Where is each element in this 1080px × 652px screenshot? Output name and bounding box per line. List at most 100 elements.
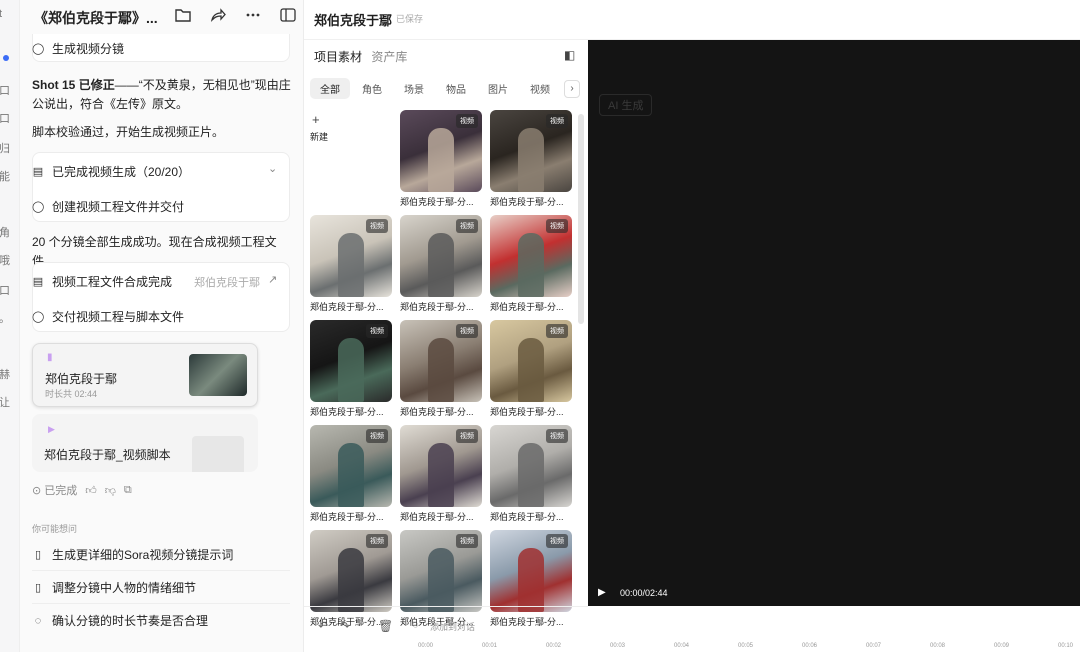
figure-silhouette — [338, 233, 364, 297]
video-badge: 视频 — [366, 429, 388, 443]
doc-icon: ▯ — [34, 549, 42, 561]
check-message: 脚本校验通过，开始生成视频正片。 — [32, 125, 225, 139]
shot-fix-message: Shot 15 已修正——“不及黄泉，无相见也”现由庄公说出，符合《左传》原文。 — [32, 76, 294, 114]
rail-glyph[interactable]: 归 — [0, 140, 10, 156]
rail-glyph[interactable]: 赫 — [0, 366, 10, 382]
add-to-chat-button[interactable]: 添加到对话 — [430, 620, 475, 633]
project-title[interactable]: 郑伯克段于鄢 — [314, 10, 392, 29]
timeline-tick: 00:03 — [610, 643, 626, 649]
figure-silhouette — [428, 548, 454, 612]
asset-thumbnail: 视频 — [490, 110, 572, 192]
asset-card[interactable]: 视频 郑伯克段于鄢-分... — [310, 425, 392, 523]
new-asset-button[interactable]: + 新建 — [310, 112, 350, 146]
file-card-script[interactable]: ▶ 郑伯克段于鄢_视频脚本 — [32, 414, 258, 472]
project-link[interactable]: 郑伯克段于鄢 — [194, 274, 260, 290]
rail-glyph[interactable]: 口 — [0, 282, 10, 298]
video-badge: 视频 — [546, 114, 568, 128]
play-icon[interactable]: ▶ — [598, 587, 606, 598]
thumbs-up-icon[interactable]: 👍︎ — [85, 484, 97, 497]
filter-videos[interactable]: 视频 — [520, 78, 560, 99]
external-link-icon[interactable]: ↗ — [268, 273, 277, 286]
chevron-right-icon[interactable]: › — [564, 80, 580, 98]
filter-characters[interactable]: 角色 — [352, 78, 392, 99]
plus-icon: + — [312, 112, 320, 127]
chat-header-actions — [174, 8, 297, 26]
asset-thumbnail: 视频 — [400, 215, 482, 297]
chevron-down-icon[interactable]: ⌄ — [268, 162, 277, 175]
thumbs-down-icon[interactable]: 👎︎ — [105, 484, 116, 497]
copy-icon[interactable]: ⧉ — [124, 484, 132, 497]
asset-thumbnail: 视频 — [310, 530, 392, 612]
asset-card[interactable]: 视频 郑伯克段于鄢-分... — [490, 110, 572, 208]
asset-card[interactable]: 视频 郑伯克段于鄢-分... — [400, 320, 482, 418]
video-badge: 视频 — [366, 219, 388, 233]
sidebar-toggle-icon[interactable] — [279, 8, 297, 26]
rail-glyph[interactable]: 。 — [0, 310, 10, 326]
scrollbar[interactable] — [578, 114, 584, 324]
assets-panel: 项目素材 资产库 ◧ 全部 角色 场景 物品 图片 视频 › + 新建 视频 郑伯… — [304, 40, 588, 652]
figure-silhouette — [518, 548, 544, 612]
asset-caption: 郑伯克段于鄢-分... — [490, 302, 564, 312]
rail-glyph[interactable]: 口 — [0, 82, 10, 98]
asset-card[interactable]: 视频 郑伯克段于鄢-分... — [310, 320, 392, 418]
timeline-tick: 00:10 — [1058, 643, 1074, 649]
asset-card[interactable]: 视频 郑伯克段于鄢-分... — [490, 425, 572, 523]
asset-card[interactable]: 视频 郑伯克段于鄢-分... — [490, 320, 572, 418]
rail-glyph: t — [0, 8, 3, 20]
video-badge: 视频 — [456, 219, 478, 233]
task-label: 已完成视频生成（20/20） — [52, 165, 191, 179]
video-badge: 视频 — [546, 324, 568, 338]
suggestion-item[interactable]: ◌ 确认分镜的时长节奏是否合理 — [32, 612, 208, 629]
location-pin-icon: ◯ — [32, 311, 45, 323]
tab-project-assets[interactable]: 项目素材 — [314, 50, 362, 64]
video-badge: 视频 — [456, 534, 478, 548]
file-type-icon: ▮ — [47, 352, 53, 363]
asset-thumbnail: 视频 — [310, 320, 392, 402]
asset-thumbnail: 视频 — [310, 215, 392, 297]
collapse-panel-icon[interactable]: ◧ — [564, 48, 575, 62]
play-icon: ▶ — [48, 424, 55, 434]
filter-items[interactable]: 物品 — [436, 78, 476, 99]
figure-silhouette — [338, 443, 364, 507]
rail-glyph[interactable]: 角 — [0, 224, 10, 240]
asset-card[interactable]: 视频 郑伯克段于鄢-分... — [400, 425, 482, 523]
rail-glyph[interactable]: 口 — [0, 110, 10, 126]
redo-icon[interactable]: ↷ — [340, 619, 350, 633]
file-card-video[interactable]: ▮ 郑伯克段于鄢 时长共 02:44 — [32, 343, 258, 407]
app-window: t 口 口 归 能 角 哦 口 。 赫 让 《郑伯克段于鄢》... ◯ 生成视频… — [0, 0, 1080, 652]
shot-label: Shot 15 — [32, 78, 76, 92]
asset-card[interactable]: 视频 郑伯克段于鄢-分... — [400, 110, 482, 208]
filter-scenes[interactable]: 场景 — [394, 78, 434, 99]
asset-thumbnail: 视频 — [310, 425, 392, 507]
rail-glyph[interactable]: 能 — [0, 168, 10, 184]
clapper-icon: ▤ — [32, 276, 44, 288]
more-icon[interactable] — [244, 8, 262, 26]
ai-watermark: AI 生成 — [599, 94, 653, 116]
filter-all[interactable]: 全部 — [310, 78, 350, 99]
trash-icon[interactable]: 🗑︎ — [378, 619, 393, 633]
suggestion-item[interactable]: ▯ 调整分镜中人物的情绪细节 — [32, 579, 196, 596]
time-readout: 00:00/02:44 — [620, 588, 668, 598]
suggestion-item[interactable]: ▯ 生成更详细的Sora视频分镜提示词 — [32, 546, 233, 563]
undo-icon[interactable]: ↶ — [318, 619, 328, 633]
timeline-tick: 00:06 — [802, 643, 818, 649]
video-badge: 视频 — [546, 429, 568, 443]
video-badge: 视频 — [366, 324, 388, 338]
timeline[interactable]: 00:00 00:01 00:02 00:03 00:04 00:05 00:06 00:07… — [418, 606, 1080, 652]
chat-title[interactable]: 《郑伯克段于鄢》... — [34, 8, 158, 28]
video-preview[interactable]: AI 生成 ▶ 00:00/02:44 — [588, 40, 1080, 606]
tab-asset-library[interactable]: 资产库 — [371, 50, 407, 64]
video-badge: 视频 — [366, 534, 388, 548]
timeline-tick: 00:02 — [546, 643, 562, 649]
rail-glyph[interactable]: 让 — [0, 394, 10, 410]
asset-card[interactable]: 视频 郑伯克段于鄢-分... — [400, 215, 482, 313]
asset-card[interactable]: 视频 郑伯克段于鄢-分... — [490, 215, 572, 313]
location-pin-icon: ◯ — [32, 201, 45, 213]
task-row-generation-done[interactable]: ▤ 已完成视频生成（20/20） — [32, 163, 190, 180]
rail-glyph[interactable]: 哦 — [0, 252, 10, 268]
filter-images[interactable]: 图片 — [478, 78, 518, 99]
share-icon[interactable] — [209, 8, 227, 26]
asset-card[interactable]: 视频 郑伯克段于鄢-分... — [310, 215, 392, 313]
panel-tabs: 项目素材 资产库 — [314, 48, 407, 65]
folder-icon[interactable] — [174, 8, 192, 26]
